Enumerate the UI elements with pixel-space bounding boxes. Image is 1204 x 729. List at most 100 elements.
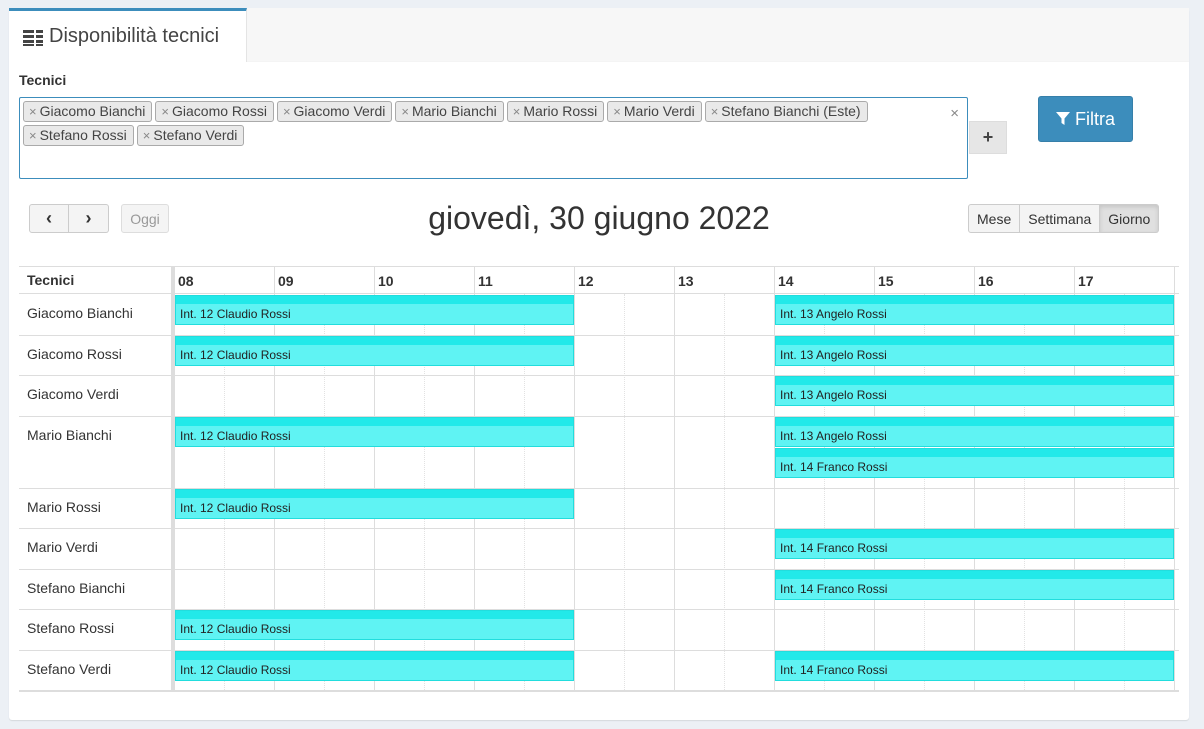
event-label: Int. 12 Claudio Rossi [180,500,291,515]
hour-label: 16 [978,273,994,289]
hour-label: 14 [778,273,794,289]
tag-label: Stefano Verdi [153,127,238,143]
event-label: Int. 13 Angelo Rossi [780,307,887,321]
calendar-event[interactable]: Int. 14 Franco Rossi [775,650,1174,681]
hour-gridline [574,266,575,690]
half-hour-gridline [724,294,725,690]
hour-label: 13 [678,273,694,289]
resource-name: Stefano Bianchi [27,579,126,596]
event-label: Int. 14 Franco Rossi [780,662,888,677]
view-week-button[interactable]: Settimana [1020,204,1101,233]
resource-name: Giacomo Verdi [27,386,119,402]
calendar-event[interactable]: Int. 14 Franco Rossi [775,447,1174,478]
tag-label: Giacomo Rossi [172,103,267,119]
resource-name: Stefano Rossi [27,620,115,636]
view-month-button[interactable]: Mese [968,204,1021,233]
event-label: Int. 14 Franco Rossi [780,541,888,555]
tecnici-label: Tecnici [19,72,67,88]
tecnico-tag: × Stefano Bianchi (Este) [704,101,868,122]
list-icon [23,29,43,47]
main-panel: Disponibilità tecnici Tecnici × Giacomo B… [9,8,1189,720]
tecnici-multiselect[interactable]: × Giacomo Bianchi × Giacomo Rossi × Giacomo V… [19,97,968,179]
hour-label: 11 [478,273,493,289]
hour-label: 12 [578,273,594,289]
timeline-grid: Tecnici 08 09 10 11 12 13 14 15 16 17 Giacomo Bia… [19,266,1179,692]
tab-disponibilita-tecnici[interactable]: Disponibilità tecnici [9,8,247,62]
remove-tag-icon[interactable]: × [29,104,37,119]
resource-column-header: Tecnici [27,272,75,288]
timeline-bottom-border [19,691,1179,692]
event-label: Int. 13 Angelo Rossi [780,428,887,443]
calendar-event[interactable]: Int. 13 Angelo Rossi [775,376,1174,406]
remove-tag-icon[interactable]: × [401,104,409,119]
calendar-event[interactable]: Int. 13 Angelo Rossi [775,416,1174,447]
calendar-event[interactable]: Int. 14 Franco Rossi [775,569,1174,600]
event-label: Int. 13 Angelo Rossi [780,388,887,402]
event-label: Int. 14 Franco Rossi [780,459,888,474]
tag-label: Stefano Bianchi (Este) [721,103,861,119]
hour-label: 17 [1078,273,1094,289]
calendar-event[interactable]: Int. 14 Franco Rossi [775,529,1174,559]
event-label: Int. 12 Claudio Rossi [180,428,291,443]
tag-label: Stefano Rossi [39,127,127,143]
hour-gridline [774,266,775,690]
hour-gridline [674,266,675,690]
timeline-header: Tecnici 08 09 10 11 12 13 14 15 16 17 [19,266,1179,294]
tecnico-tag: × Mario Rossi [506,101,605,122]
remove-tag-icon[interactable]: × [613,104,621,119]
tab-title: Disponibilità tecnici [49,25,220,47]
event-label: Int. 13 Angelo Rossi [780,347,887,362]
calendar-event[interactable]: Int. 12 Claudio Rossi [175,416,574,447]
remove-tag-icon[interactable]: × [161,104,169,119]
hour-label: 15 [878,273,894,289]
filtra-button[interactable]: Filtra [1038,96,1133,142]
view-switcher: Mese Settimana Giorno [968,204,1160,233]
tecnico-tag: × Giacomo Verdi [276,101,393,122]
remove-tag-icon[interactable]: × [513,104,521,119]
calendar-event[interactable]: Int. 12 Claudio Rossi [175,295,574,325]
tag-label: Giacomo Verdi [293,103,386,119]
hour-gridline [874,266,875,690]
tecnico-tag: × Giacomo Bianchi [23,101,153,122]
calendar-event[interactable]: Int. 13 Angelo Rossi [775,295,1174,325]
resource-name: Mario Rossi [27,498,101,515]
hour-gridline [974,266,975,690]
clear-all-icon[interactable]: × [950,105,959,122]
event-label: Int. 12 Claudio Rossi [180,662,291,677]
remove-tag-icon[interactable]: × [143,128,151,143]
add-button[interactable]: + [969,121,1007,154]
hour-label: 10 [378,273,394,289]
resource-name: Giacomo Bianchi [27,305,133,321]
event-label: Int. 12 Claudio Rossi [180,347,291,362]
resource-name: Mario Verdi [27,539,98,555]
resource-name: Stefano Verdi [27,660,112,677]
calendar-event[interactable]: Int. 12 Claudio Rossi [175,650,574,681]
tag-label: Giacomo Bianchi [39,103,146,119]
tecnico-tag: × Giacomo Rossi [155,101,274,122]
resource-name: Giacomo Rossi [27,345,122,362]
tag-label: Mario Verdi [623,103,695,119]
tecnico-tag: × Mario Verdi [607,101,702,122]
tag-label: Mario Bianchi [411,103,497,119]
calendar-event[interactable]: Int. 12 Claudio Rossi [175,610,574,640]
filter-icon [1056,112,1070,125]
filtra-label: Filtra [1075,108,1115,129]
tecnico-tag: × Stefano Rossi [23,125,134,146]
half-hour-gridline [624,294,625,690]
event-label: Int. 12 Claudio Rossi [180,307,291,321]
calendar-event[interactable]: Int. 12 Claudio Rossi [175,335,574,366]
remove-tag-icon[interactable]: × [711,104,719,119]
event-label: Int. 12 Claudio Rossi [180,622,291,636]
tecnico-tag: × Mario Bianchi [395,101,504,122]
hour-gridline [1174,266,1175,690]
view-day-button[interactable]: Giorno [1100,204,1160,233]
resource-name: Mario Bianchi [27,426,112,443]
tag-label: Mario Rossi [523,103,598,119]
remove-tag-icon[interactable]: × [29,128,37,143]
calendar-event[interactable]: Int. 13 Angelo Rossi [775,335,1174,366]
remove-tag-icon[interactable]: × [283,104,291,119]
calendar-event[interactable]: Int. 12 Claudio Rossi [175,488,574,519]
hour-gridline [1074,266,1075,690]
tecnico-tag: × Stefano Verdi [136,125,245,146]
tab-bar: Disponibilità tecnici [9,8,1189,62]
